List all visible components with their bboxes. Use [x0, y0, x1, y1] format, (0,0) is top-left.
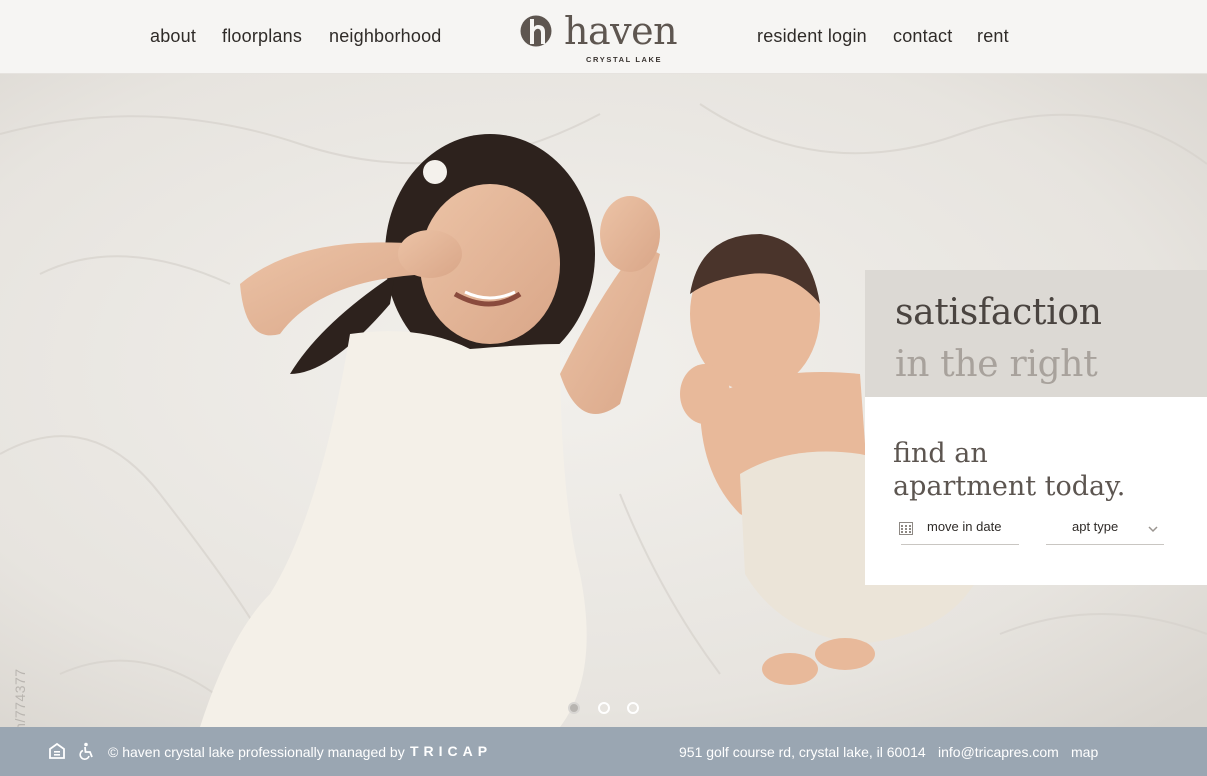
move-in-date-field[interactable]: move in date	[899, 515, 1019, 545]
nav-floorplans[interactable]: floorplans	[222, 26, 302, 47]
tagline-line-2: in the right	[895, 344, 1098, 385]
equal-housing-icon	[49, 742, 65, 759]
hero-banner: stocksy.com/774377 satisfaction in the r…	[0, 74, 1207, 727]
finder-title-line-2: apartment today.	[893, 471, 1126, 502]
nav-about[interactable]: about	[150, 26, 196, 47]
move-in-date-placeholder: move in date	[927, 519, 1002, 534]
slider-dots	[563, 702, 653, 716]
photo-credit-text: stocksy.com/774377	[12, 668, 28, 727]
nav-contact[interactable]: contact	[893, 26, 952, 47]
photo-credit: stocksy.com/774377	[8, 574, 38, 727]
site-logo[interactable]: haven CRYSTAL LAKE	[520, 9, 690, 66]
finder-title: find an apartment today.	[893, 437, 1125, 503]
nav-resident-login[interactable]: resident login	[757, 26, 867, 47]
apt-type-placeholder: apt type	[1072, 519, 1119, 534]
slide-dot-2[interactable]	[598, 702, 610, 714]
footer-map-link[interactable]: map	[1071, 744, 1098, 760]
nav-rent[interactable]: rent	[977, 26, 1009, 47]
apartment-finder: find an apartment today. move in date ap…	[865, 397, 1207, 585]
haven-logo-icon	[520, 15, 552, 47]
footer-copyright: © haven crystal lake professionally mana…	[108, 744, 405, 760]
finder-title-line-1: find an	[893, 438, 988, 469]
nav-neighborhood[interactable]: neighborhood	[329, 26, 442, 47]
slide-dot-3[interactable]	[627, 702, 639, 714]
tagline-line-1: satisfaction	[895, 292, 1102, 333]
slide-dot-1[interactable]	[568, 702, 580, 714]
footer-email-link[interactable]: info@tricapres.com	[938, 744, 1059, 760]
site-header: about floorplans neighborhood resident l…	[0, 0, 1207, 74]
chevron-down-icon	[1148, 526, 1158, 533]
site-footer: © haven crystal lake professionally mana…	[0, 727, 1207, 776]
accessibility-icon	[79, 742, 93, 760]
calendar-icon	[899, 522, 913, 535]
tricap-brand[interactable]: TRICAP	[410, 743, 492, 759]
logo-wordmark: haven	[564, 9, 678, 53]
logo-location: CRYSTAL LAKE	[586, 55, 663, 64]
footer-address: 951 golf course rd, crystal lake, il 600…	[679, 744, 926, 760]
apt-type-select[interactable]: apt type	[1046, 515, 1164, 545]
